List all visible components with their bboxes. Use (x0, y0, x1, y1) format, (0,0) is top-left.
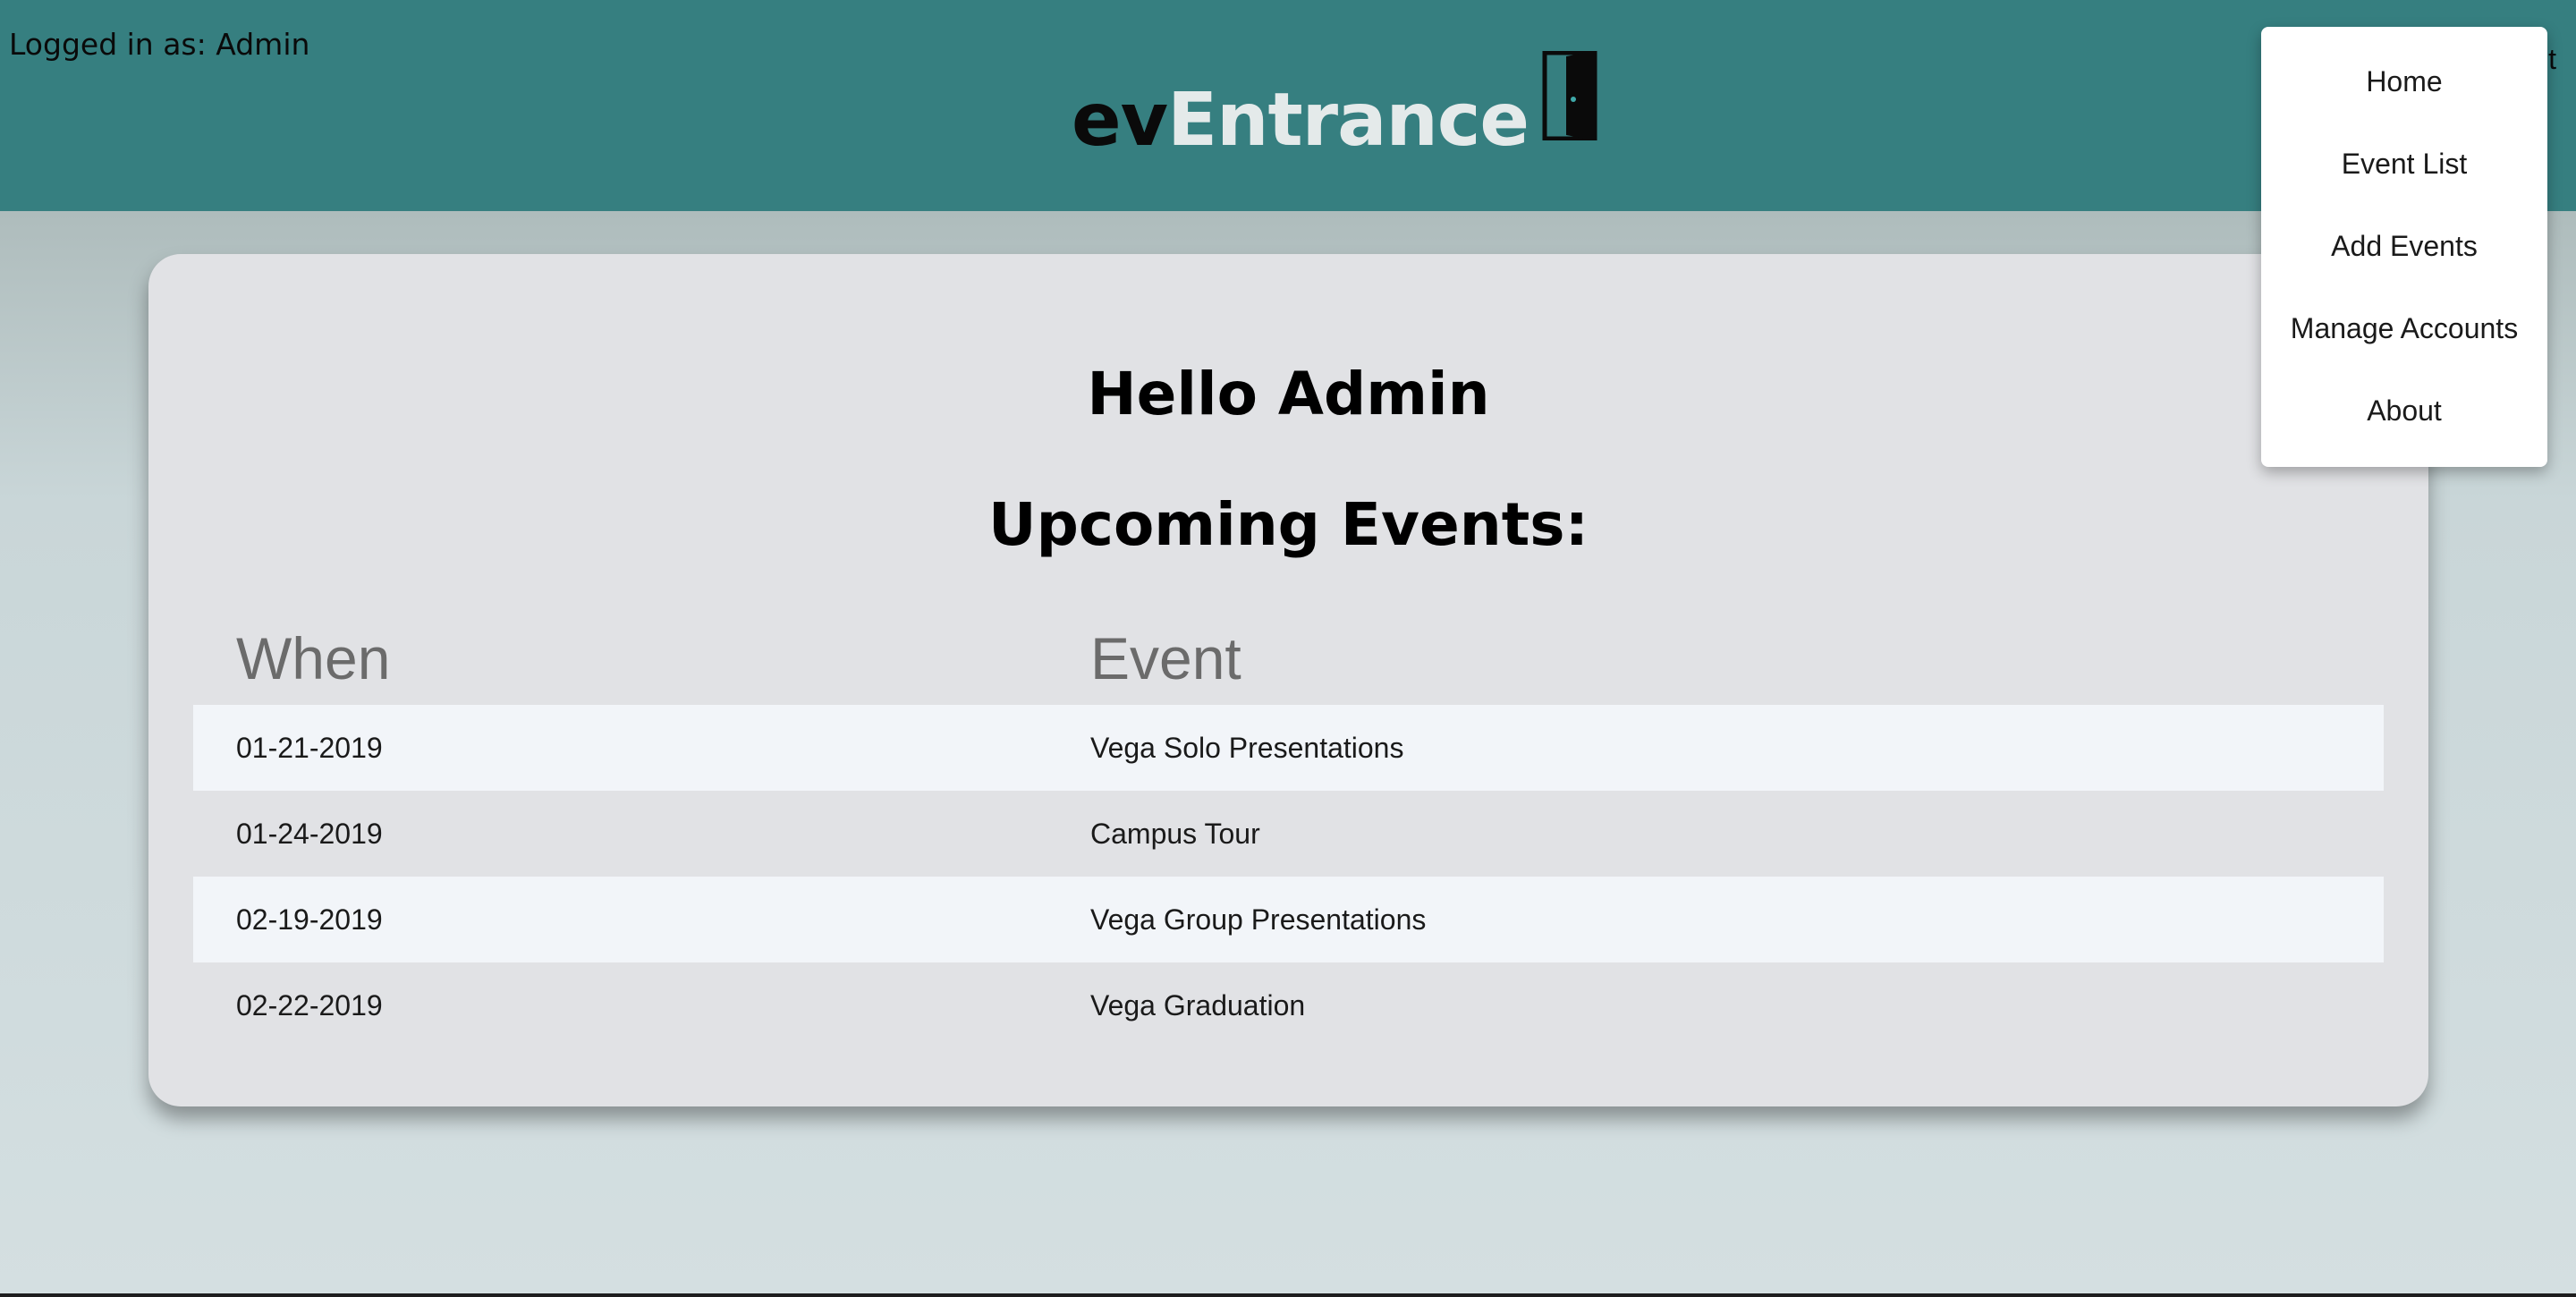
menu-item-event-list[interactable]: Event List (2261, 136, 2547, 218)
table-row: 01-24-2019 Campus Tour (193, 791, 2384, 877)
event-name: Vega Group Presentations (1090, 903, 1427, 936)
nav-link-partial[interactable]: t (2548, 43, 2556, 76)
upcoming-events-heading: Upcoming Events: (988, 490, 1589, 559)
event-date: 02-19-2019 (236, 903, 383, 936)
event-date: 01-21-2019 (236, 731, 383, 764)
logo-text-ev: ev (1072, 78, 1168, 163)
welcome-card: Hello Admin Upcoming Events: When Event … (148, 254, 2428, 1106)
table-row: 02-22-2019 Vega Graduation (193, 962, 2384, 1048)
app-logo[interactable]: evEntrance (1072, 50, 1598, 157)
logo-wordmark: evEntrance (1072, 84, 1530, 157)
door-icon (1541, 50, 1598, 145)
events-table: When Event 01-21-2019 Vega Solo Presenta… (193, 612, 2384, 1048)
event-name: Campus Tour (1090, 817, 1260, 850)
logo-text-entrance: Entrance (1167, 78, 1530, 163)
header-bar: Logged in as: Admin evEntrance t (0, 0, 2576, 211)
column-header-when: When (236, 625, 391, 691)
event-name: Vega Solo Presentations (1090, 731, 1404, 764)
event-date: 01-24-2019 (236, 817, 383, 850)
event-name: Vega Graduation (1090, 988, 1306, 1021)
greeting-heading: Hello Admin (1087, 360, 1490, 428)
nav-dropdown-menu: Home Event List Add Events Manage Accoun… (2261, 27, 2547, 467)
login-status: Logged in as: Admin (9, 27, 310, 62)
menu-item-about[interactable]: About (2261, 383, 2547, 465)
menu-item-home[interactable]: Home (2261, 54, 2547, 136)
table-header: When Event (193, 612, 2384, 705)
table-row: 02-19-2019 Vega Group Presentations (193, 877, 2384, 962)
menu-item-manage-accounts[interactable]: Manage Accounts (2261, 301, 2547, 383)
column-header-event: Event (1090, 625, 1241, 691)
window-bottom-border (0, 1293, 2576, 1297)
menu-item-add-events[interactable]: Add Events (2261, 218, 2547, 301)
table-row: 01-21-2019 Vega Solo Presentations (193, 705, 2384, 791)
event-date: 02-22-2019 (236, 988, 383, 1021)
